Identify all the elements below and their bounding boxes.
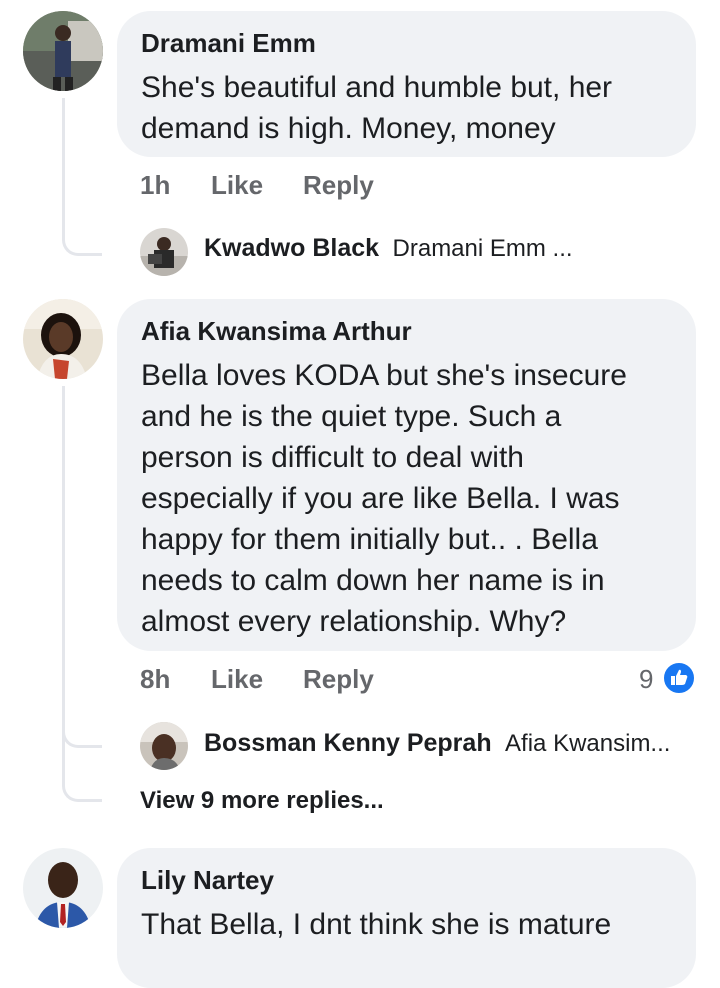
avatar-afia-kwansima-arthur[interactable] — [23, 299, 103, 379]
comment-actions: 1h Like Reply — [0, 170, 720, 206]
reply-button[interactable]: Reply — [303, 664, 374, 695]
avatar-bossman-kenny-peprah[interactable] — [140, 722, 188, 770]
like-button[interactable]: Like — [211, 170, 263, 201]
avatar-kwadwo-black[interactable] — [140, 228, 188, 276]
comment-timestamp[interactable]: 1h — [140, 170, 170, 201]
comment-text: That Bella, I dnt think she is mature — [141, 908, 612, 941]
thread-connector — [62, 386, 102, 802]
comment-bubble[interactable]: Lily Nartey That Bella, I dnt think she … — [117, 848, 696, 988]
comment-bubble[interactable]: Dramani Emm She's beautiful and humble b… — [117, 11, 696, 157]
thumbs-up-icon[interactable] — [662, 661, 696, 695]
reply-button[interactable]: Reply — [303, 170, 374, 201]
comment-author[interactable]: Afia Kwansima Arthur — [141, 316, 412, 347]
comment-text: She's beautiful and humble but, her dema… — [141, 71, 613, 145]
comment-author[interactable]: Lily Nartey — [141, 865, 274, 896]
reply-snippet: Afia Kwansim... — [505, 730, 671, 757]
reply-preview[interactable]: Bossman Kenny Peprah Afia Kwansim... — [204, 729, 704, 777]
view-more-replies-button[interactable]: View 9 more replies... — [140, 787, 384, 815]
reply-preview[interactable]: Kwadwo Black Dramani Emm ... — [204, 234, 704, 282]
reaction-count[interactable]: 9 — [639, 664, 653, 695]
avatar-lily-nartey[interactable] — [23, 848, 103, 928]
reply-author[interactable]: Bossman Kenny Peprah — [204, 729, 492, 757]
comment-author[interactable]: Dramani Emm — [141, 28, 316, 59]
comment-text: Bella loves KODA but she's insecure and … — [141, 359, 627, 638]
comment-bubble[interactable]: Afia Kwansima Arthur Bella loves KODA bu… — [117, 299, 696, 651]
reply-author[interactable]: Kwadwo Black — [204, 234, 379, 262]
comment-timestamp[interactable]: 8h — [140, 664, 170, 695]
comment-actions: 8h Like Reply 9 — [0, 664, 720, 700]
reply-snippet: Dramani Emm ... — [392, 235, 573, 262]
avatar-dramani-emm[interactable] — [23, 11, 103, 91]
like-button[interactable]: Like — [211, 664, 263, 695]
